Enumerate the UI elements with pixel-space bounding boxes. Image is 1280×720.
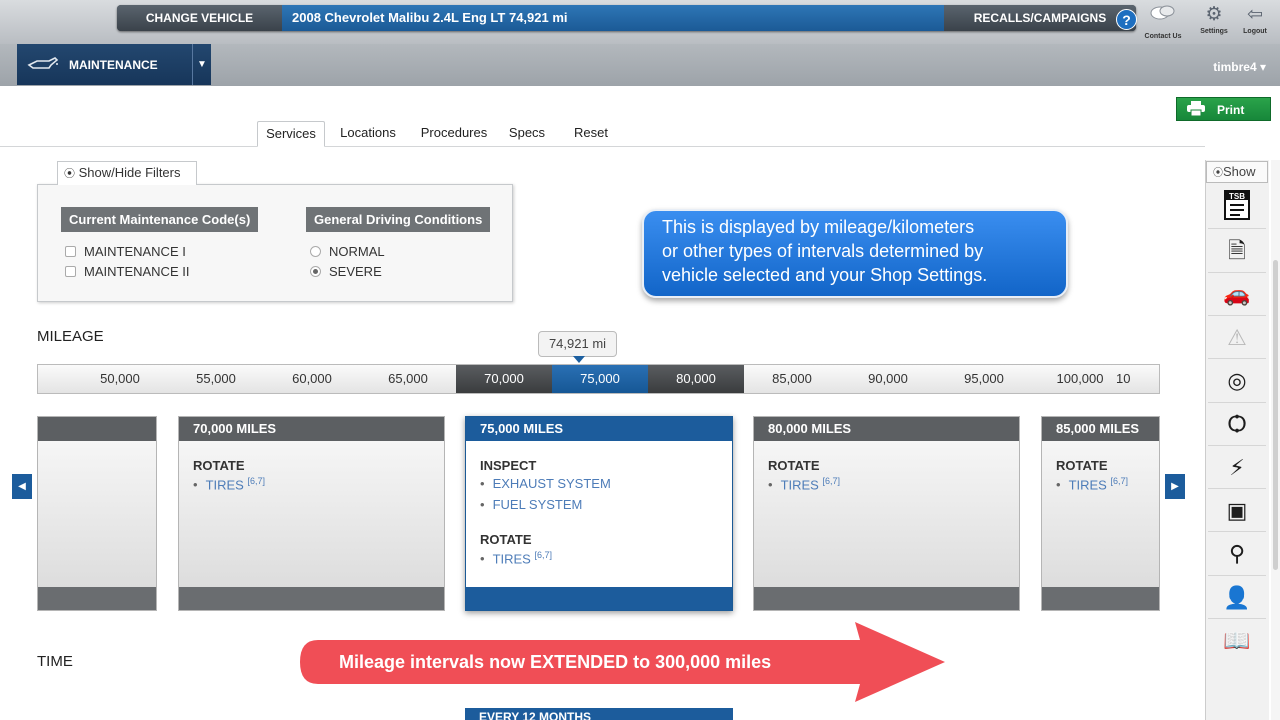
brake-warning-icon[interactable]: Ѻ xyxy=(1212,406,1262,442)
mileage-tick[interactable]: 0 xyxy=(38,365,44,393)
time-label: TIME xyxy=(37,653,73,670)
prev-arrow-icon[interactable]: ◀ xyxy=(12,474,32,499)
item-link-tires[interactable]: • TIRES [6,7] xyxy=(193,476,265,492)
current-mileage-tooltip: 74,921 mi xyxy=(538,331,617,363)
interval-card-partial xyxy=(37,416,157,611)
contact-us-button[interactable]: Contact Us xyxy=(1141,3,1185,41)
tire-icon[interactable]: ◎ xyxy=(1212,363,1262,399)
collapse-circle-icon: ⦿ xyxy=(64,168,75,180)
manual-book-icon[interactable]: 📖 xyxy=(1212,623,1262,659)
user-menu[interactable]: timbre4 ▾ xyxy=(1213,60,1266,74)
settings-button[interactable]: ⚙ Settings xyxy=(1192,3,1236,41)
tsb-icon[interactable]: TSB xyxy=(1212,190,1262,226)
mileage-tick[interactable]: 60,000 xyxy=(264,365,360,393)
red-arrow-banner: Mileage intervals now EXTENDED to 300,00… xyxy=(300,622,945,702)
location-car-icon[interactable]: ⚲ xyxy=(1212,536,1262,572)
mileage-tick[interactable]: 70,000 xyxy=(456,365,552,393)
interval-card-80000[interactable]: 80,000 MILES ROTATE • TIRES [6,7] xyxy=(753,416,1020,611)
car-lift-icon[interactable]: 🚗 xyxy=(1212,276,1262,312)
logout-button[interactable]: ⇦ Logout xyxy=(1233,3,1277,41)
gear-icon: ⚙ xyxy=(1205,4,1223,25)
mileage-tick[interactable]: 100,000 xyxy=(1032,365,1128,393)
interval-card-70000[interactable]: 70,000 MILES ROTATE • TIRES [6,7] xyxy=(178,416,445,611)
svg-text:TSB: TSB xyxy=(1229,192,1245,201)
maintenance-i-checkbox[interactable]: MAINTENANCE I xyxy=(65,244,186,259)
item-link-tires[interactable]: • TIRES [6,7] xyxy=(1056,476,1128,492)
top-bar: CHANGE VEHICLE 2008 Chevrolet Malibu 2.4… xyxy=(0,0,1280,44)
item-link-fuel-system[interactable]: • FUEL SYSTEM xyxy=(480,497,582,512)
chevron-down-icon[interactable]: ▼ xyxy=(192,44,211,85)
recalls-campaigns-button[interactable]: RECALLS/CAMPAIGNS xyxy=(944,5,1136,31)
tab-services[interactable]: Services xyxy=(257,121,325,147)
next-arrow-icon[interactable]: ▶ xyxy=(1165,474,1185,499)
maintenance-codes-header: Current Maintenance Code(s) xyxy=(61,207,259,232)
mileage-scale[interactable]: 0 50,000 55,000 60,000 65,000 70,000 75,… xyxy=(37,364,1160,394)
change-vehicle-button[interactable]: CHANGE VEHICLE xyxy=(117,5,282,31)
show-hide-filters-toggle[interactable]: ⦿ Show/Hide Filters xyxy=(57,161,197,185)
chat-bubble-icon xyxy=(1141,3,1185,32)
item-link-tires[interactable]: • TIRES [6,7] xyxy=(768,476,840,492)
module-selector[interactable]: MAINTENANCE ▼ xyxy=(17,44,211,85)
info-callout: This is displayed by mileage/kilometers … xyxy=(642,209,1068,298)
mileage-tick[interactable]: 80,000 xyxy=(648,365,744,393)
interval-card-85000[interactable]: 85,000 MILES ROTATE • TIRES [6,7] xyxy=(1041,416,1160,611)
page-scrollbar[interactable] xyxy=(1271,160,1280,720)
vehicle-bar: CHANGE VEHICLE 2008 Chevrolet Malibu 2.4… xyxy=(117,5,1136,31)
oil-can-icon xyxy=(27,55,59,76)
interval-card-75000-current[interactable]: 75,000 MILES INSPECT • EXHAUST SYSTEM • FU… xyxy=(465,416,733,611)
interval-card-time[interactable]: EVERY 12 MONTHS xyxy=(465,708,733,720)
maintenance-ii-checkbox[interactable]: MAINTENANCE II xyxy=(65,264,189,279)
severe-radio[interactable]: SEVERE xyxy=(310,264,382,279)
engine-icon[interactable]: ⚡ xyxy=(1212,450,1262,486)
tab-locations[interactable]: Locations xyxy=(333,121,403,147)
vehicle-info: 2008 Chevrolet Malibu 2.4L Eng LT 74,921… xyxy=(282,5,944,31)
tab-reset[interactable]: Reset xyxy=(566,121,616,147)
mileage-label: MILEAGE xyxy=(37,328,104,345)
item-link-tires[interactable]: • TIRES [6,7] xyxy=(480,550,552,566)
item-link-exhaust-system[interactable]: • EXHAUST SYSTEM xyxy=(480,476,611,491)
normal-radio[interactable]: NORMAL xyxy=(310,244,385,259)
tab-specs[interactable]: Specs xyxy=(506,121,548,147)
logout-icon: ⇦ xyxy=(1247,4,1263,25)
tpms-warning-icon: ⚠ xyxy=(1227,325,1247,350)
mileage-tick[interactable]: 90,000 xyxy=(840,365,936,393)
document-info-icon[interactable]: 🗎 xyxy=(1212,233,1262,269)
mileage-tick[interactable]: 55,000 xyxy=(168,365,264,393)
technician-icon[interactable]: 👤 xyxy=(1212,580,1262,616)
module-label: MAINTENANCE xyxy=(69,58,158,72)
mileage-tick[interactable]: 10 xyxy=(1116,365,1159,393)
mileage-tick[interactable]: 50,000 xyxy=(72,365,168,393)
mileage-tick[interactable]: 95,000 xyxy=(936,365,1032,393)
driving-conditions-header: General Driving Conditions xyxy=(306,207,491,232)
mileage-tick-current[interactable]: 75,000 xyxy=(552,365,648,393)
module-chip-icon[interactable]: ▣ xyxy=(1212,493,1262,529)
help-icon[interactable]: ? xyxy=(1116,9,1137,30)
module-bar: MAINTENANCE ▼ timbre4 ▾ xyxy=(0,44,1280,86)
filter-panel: Current Maintenance Code(s) General Driv… xyxy=(37,184,513,302)
show-toggle[interactable]: ⦿Show xyxy=(1206,161,1268,183)
collapse-circle-icon: ⦿ xyxy=(1213,168,1223,179)
mileage-tick[interactable]: 85,000 xyxy=(744,365,840,393)
tab-procedures[interactable]: Procedures xyxy=(414,121,494,147)
print-button[interactable]: Print xyxy=(1176,97,1271,121)
banner-text: Mileage intervals now EXTENDED to 300,00… xyxy=(339,652,771,672)
printer-icon xyxy=(1187,101,1205,119)
mileage-tick[interactable]: 65,000 xyxy=(360,365,456,393)
